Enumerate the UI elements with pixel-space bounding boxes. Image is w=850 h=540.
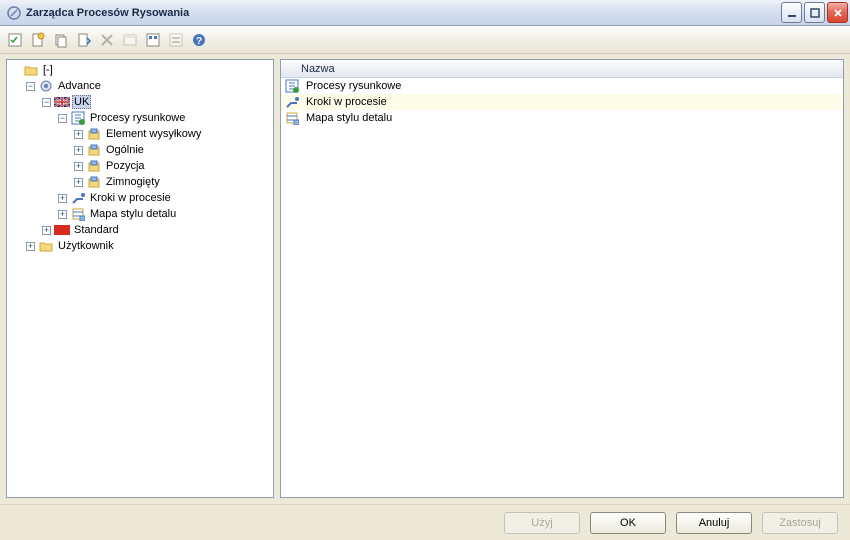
process-icon [70,110,86,126]
titlebar: Zarządca Procesów Rysowania [0,0,850,26]
map-icon [70,206,86,222]
folder-icon [38,238,54,254]
tree-advance[interactable]: − Advance [7,78,273,94]
dialog-buttons: Użyj OK Anuluj Zastosuj [0,504,850,540]
expand-icon[interactable]: + [42,226,51,235]
properties-icon[interactable] [119,29,141,51]
steps-icon [284,94,300,110]
close-button[interactable] [827,2,848,23]
delete-icon[interactable] [96,29,118,51]
list-header-name[interactable]: Nazwa [281,60,843,78]
window-title: Zarządca Procesów Rysowania [26,7,781,19]
new-doc-icon[interactable] [27,29,49,51]
list-item[interactable]: Mapa stylu detalu [281,110,843,126]
tree-element[interactable]: + Element wysyłkowy [7,126,273,142]
map-icon [284,110,300,126]
cancel-button[interactable]: Anuluj [676,512,752,534]
folder-item-icon [86,142,102,158]
ok-button[interactable]: OK [590,512,666,534]
app-icon [6,5,22,21]
tree-standard[interactable]: + Standard [7,222,273,238]
folder-item-icon [86,158,102,174]
paste-icon[interactable] [73,29,95,51]
expand-icon[interactable]: + [26,242,35,251]
minimize-button[interactable] [781,2,802,23]
tree-ogolnie[interactable]: + Ogólnie [7,142,273,158]
view-b-icon[interactable] [165,29,187,51]
list-panel: Nazwa Procesy rysunkowe Kroki w procesie… [280,59,844,498]
tree-zimno[interactable]: + Zimnogięty [7,174,273,190]
tree-uzytkownik[interactable]: + Użytkownik [7,238,273,254]
tree-mapa[interactable]: + Mapa stylu detalu [7,206,273,222]
expand-icon[interactable]: + [74,130,83,139]
folder-item-icon [86,126,102,142]
help-icon[interactable]: ? [188,29,210,51]
content-area: [-] − Advance − UK − Procesy rysunkowe [0,54,850,504]
toolbar: ? [0,26,850,54]
tree-procesy[interactable]: − Procesy rysunkowe [7,110,273,126]
checklist-icon[interactable] [4,29,26,51]
expand-icon[interactable]: + [58,210,67,219]
flag-uk-icon [54,94,70,110]
list-item[interactable]: Procesy rysunkowe [281,78,843,94]
flag-red-icon [54,222,70,238]
tree-uk[interactable]: − UK [7,94,273,110]
tree-pozycja[interactable]: + Pozycja [7,158,273,174]
view-a-icon[interactable] [142,29,164,51]
gear-icon [38,78,54,94]
tree-panel: [-] − Advance − UK − Procesy rysunkowe [6,59,274,498]
collapse-icon[interactable]: − [42,98,51,107]
process-icon [284,78,300,94]
collapse-icon[interactable]: − [58,114,67,123]
folder-item-icon [86,174,102,190]
copy-icon[interactable] [50,29,72,51]
expand-icon[interactable]: + [58,194,67,203]
tree-root[interactable]: [-] [7,62,273,78]
svg-text:?: ? [196,36,202,47]
steps-icon [70,190,86,206]
collapse-icon[interactable]: − [26,82,35,91]
folder-open-icon [23,62,39,78]
expand-icon[interactable]: + [74,146,83,155]
expand-icon[interactable]: + [74,162,83,171]
expand-icon[interactable]: + [74,178,83,187]
tree-kroki[interactable]: + Kroki w procesie [7,190,273,206]
list-item[interactable]: Kroki w procesie [281,94,843,110]
apply-button[interactable]: Zastosuj [762,512,838,534]
use-button[interactable]: Użyj [504,512,580,534]
maximize-button[interactable] [804,2,825,23]
